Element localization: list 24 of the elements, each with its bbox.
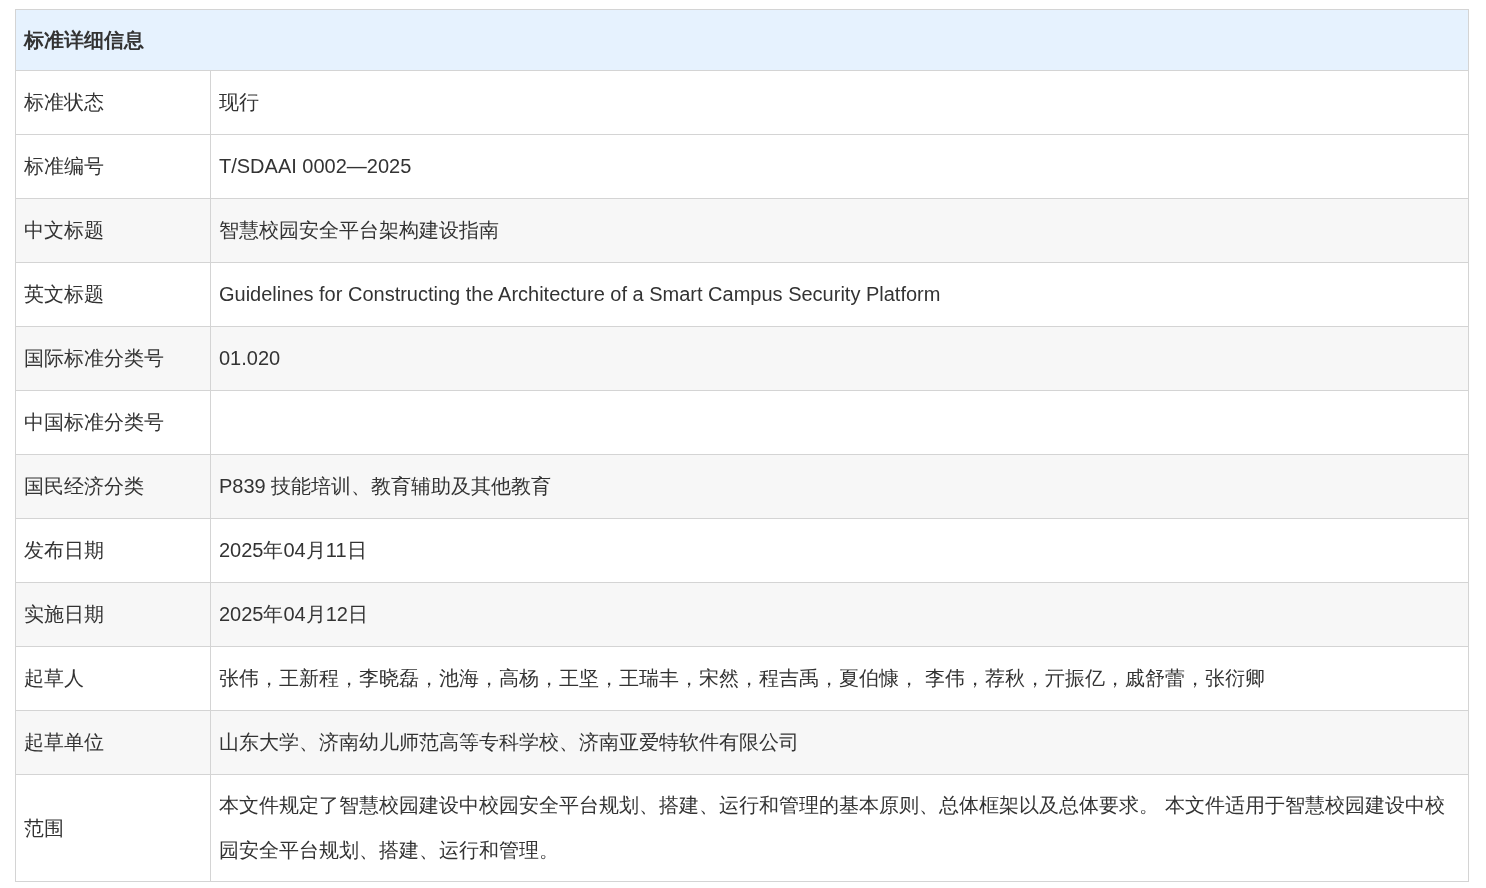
field-label: 起草单位 [16, 711, 211, 774]
field-value: 张伟，王新程，李晓磊，池海，高杨，王坚，王瑞丰，宋然，程吉禹，夏伯慷， 李伟，荐秋，亓振亿，戚舒蕾，张衍卿 [218, 666, 1266, 691]
field-label: 中文标题 [16, 199, 211, 262]
field-value: Guidelines for Constructing the Architecture of a Smart Campus Security Platform [218, 282, 942, 307]
field-label: 标准编号 [16, 135, 211, 198]
field-label: 实施日期 [16, 583, 211, 646]
field-value: T/SDAAI 0002—2025 [218, 154, 413, 179]
field-value: 现行 [218, 90, 260, 115]
field-label: 英文标题 [16, 263, 211, 326]
table-title: 标准详细信息 [16, 10, 1468, 71]
field-label: 国民经济分类 [16, 455, 211, 518]
field-value: 2025年04月12日 [218, 602, 369, 627]
field-value: 山东大学、济南幼儿师范高等专科学校、济南亚爱特软件有限公司 [218, 730, 800, 755]
field-label: 国际标准分类号 [16, 327, 211, 390]
field-label: 范围 [16, 775, 211, 881]
field-label: 发布日期 [16, 519, 211, 582]
field-label: 标准状态 [16, 71, 211, 134]
field-value: 本文件规定了智慧校园建设中校园安全平台规划、搭建、运行和管理的基本原则、总体框架以及总体要求。 本文件适用于智慧校园建设中校园安全平台规划、搭建、运行和管理。 [218, 793, 1446, 863]
field-value: 01.020 [218, 346, 282, 371]
field-label: 中国标准分类号 [16, 391, 211, 454]
field-label: 起草人 [16, 647, 211, 710]
field-value: 智慧校园安全平台架构建设指南 [218, 218, 500, 243]
field-value: P839 技能培训、教育辅助及其他教育 [218, 474, 553, 499]
field-value: 2025年04月11日 [218, 538, 368, 563]
